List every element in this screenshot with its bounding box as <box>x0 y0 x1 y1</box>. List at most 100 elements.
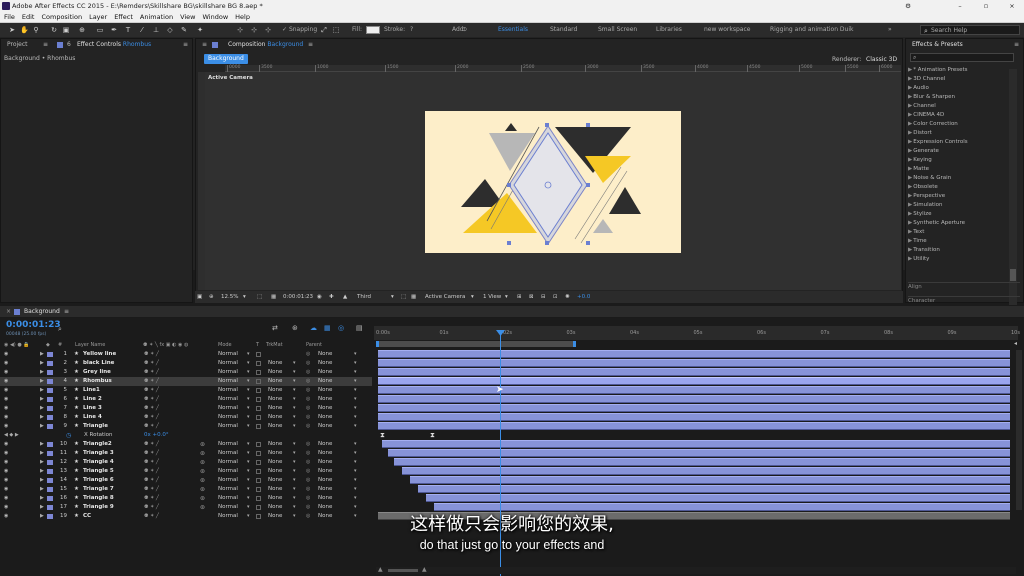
expand-arrow-icon[interactable]: ▶ <box>908 166 912 172</box>
expand-arrow-icon[interactable]: ▶ <box>908 193 912 199</box>
expand-arrow-icon[interactable]: ▶ <box>908 148 912 154</box>
menu-file[interactable]: File <box>4 13 15 21</box>
twirl-arrow-icon[interactable]: ▶ <box>40 404 44 413</box>
trkmat-dropdown-icon[interactable]: ▾ <box>293 395 296 404</box>
panel-close-icon[interactable]: ≡ <box>202 39 207 51</box>
eraser-tool-icon[interactable]: ◇ <box>166 26 174 34</box>
tab-project[interactable]: Project <box>7 39 28 51</box>
parent-dropdown-icon[interactable]: ▾ <box>354 485 357 494</box>
layer-row[interactable]: ◉ ▶ 4 ★ Rhombus ⚉ ✶ ╱ Normal ▾ None ▾ ◎ None ▾ <box>0 377 372 386</box>
effects-category[interactable]: ▶Obsolete <box>908 183 938 192</box>
preserve-transparency-checkbox[interactable] <box>256 469 261 474</box>
parent-value[interactable]: None <box>318 386 332 395</box>
local-axis-icon[interactable]: ⊹ <box>236 26 244 34</box>
effects-category[interactable]: ▶Keying <box>908 156 932 165</box>
timeline-menu-icon[interactable]: ≡ <box>64 306 69 318</box>
label-color-swatch[interactable] <box>47 496 53 501</box>
label-color-swatch[interactable] <box>47 388 53 393</box>
trkmat-value[interactable]: None <box>268 368 282 377</box>
layer-switches-icon[interactable]: ⚉ ✶ ╱ <box>144 359 159 368</box>
layer-name[interactable]: Triangle 4 <box>83 458 114 467</box>
parent-value[interactable]: None <box>318 404 332 413</box>
layer-mode-value[interactable]: Normal <box>218 377 238 386</box>
window-menu-icon[interactable]: ⚙ <box>900 0 916 12</box>
effects-scrollbar[interactable] <box>1009 69 1017 305</box>
zoom-slider-track[interactable] <box>388 569 418 572</box>
visibility-eye-icon[interactable]: ◉ <box>4 460 10 465</box>
zoom-tool-icon[interactable]: ⚲ <box>32 26 40 34</box>
mode-dropdown-icon[interactable]: ▾ <box>247 458 250 467</box>
view-layout[interactable]: 1 View <box>483 291 501 303</box>
layer-row[interactable]: ◉ ▶ 10 ★ Triangle2 ⚉ ✶ ╱ Normal ▾ None ▾ ◎ None ▾ ⊛ <box>0 440 372 449</box>
rotate-tool-icon[interactable]: ↻ <box>50 26 58 34</box>
layer-switches-icon[interactable]: ⚉ ✶ ╱ <box>144 494 159 503</box>
parent-dropdown-icon[interactable]: ▾ <box>354 494 357 503</box>
trkmat-value[interactable]: None <box>268 404 282 413</box>
layer-row[interactable]: ◉ ▶ 16 ★ Triangle 8 ⚉ ✶ ╱ Normal ▾ None ▾ ◎ None ▾ ⊛ <box>0 494 372 503</box>
composition-canvas[interactable] <box>425 111 681 253</box>
layer-duration-bar[interactable] <box>418 485 1010 493</box>
label-color-swatch[interactable] <box>47 397 53 402</box>
3d-layer-icon[interactable]: ⊛ <box>200 449 205 458</box>
expand-arrow-icon[interactable]: ▶ <box>908 67 912 73</box>
layer-row[interactable]: ◉ ▶ 9 ★ Triangle ⚉ ✶ ╱ Normal ▾ None ▾ ◎ None ▾ <box>0 422 372 431</box>
visibility-eye-icon[interactable]: ◉ <box>4 424 10 429</box>
expand-arrow-icon[interactable]: ▶ <box>908 85 912 91</box>
panel-menu-icon[interactable]: ≡ <box>183 39 188 51</box>
menu-window[interactable]: Window <box>203 13 229 21</box>
layer-switches-icon[interactable]: ⚉ ✶ ╱ <box>144 368 159 377</box>
property-row-x-rotation[interactable]: ◀ ◆ ▶ ◷ X Rotation 0x +0.0° <box>0 431 372 440</box>
zoom-level[interactable]: 12.5% <box>221 291 238 303</box>
mode-dropdown-icon[interactable]: ▾ <box>247 404 250 413</box>
visibility-eye-icon[interactable]: ◉ <box>4 451 10 456</box>
visibility-eye-icon[interactable]: ◉ <box>4 352 10 357</box>
effects-category[interactable]: ▶Stylize <box>908 210 931 219</box>
workspace-standard[interactable]: Standard <box>550 23 577 37</box>
parent-dropdown-icon[interactable]: ▾ <box>354 458 357 467</box>
preserve-transparency-checkbox[interactable] <box>256 415 261 420</box>
trkmat-dropdown-icon[interactable]: ▾ <box>293 359 296 368</box>
stopwatch-icon[interactable]: ◷ <box>66 431 71 440</box>
trkmat-dropdown-icon[interactable]: ▾ <box>293 368 296 377</box>
effects-category[interactable]: ▶* Animation Presets <box>908 66 968 75</box>
visibility-eye-icon[interactable]: ◉ <box>4 487 10 492</box>
label-color-swatch[interactable] <box>47 460 53 465</box>
preserve-transparency-checkbox[interactable] <box>256 388 261 393</box>
expand-arrow-icon[interactable]: ▶ <box>908 112 912 118</box>
trkmat-value[interactable]: None <box>268 485 282 494</box>
trkmat-value[interactable]: None <box>268 422 282 431</box>
layer-name[interactable]: black Line <box>83 359 114 368</box>
layer-duration-bar[interactable] <box>378 350 1010 358</box>
parent-pickwhip-icon[interactable]: ◎ <box>306 422 310 431</box>
workspace-libraries[interactable]: Libraries <box>656 23 682 37</box>
transparency-grid-icon[interactable]: ▦ <box>411 291 416 303</box>
zoom-slider-bar[interactable]: ▲ ▲ <box>376 566 1016 574</box>
preserve-transparency-checkbox[interactable] <box>256 406 261 411</box>
effects-category[interactable]: ▶Synthetic Aperture <box>908 219 965 228</box>
parent-pickwhip-icon[interactable]: ◎ <box>306 404 310 413</box>
parent-dropdown-icon[interactable]: ▾ <box>354 476 357 485</box>
clone-stamp-tool-icon[interactable]: ⊥ <box>152 26 160 34</box>
work-area-bar[interactable] <box>376 341 576 347</box>
layer-switches-icon[interactable]: ⚉ ✶ ╱ <box>144 458 159 467</box>
mode-dropdown-icon[interactable]: ▾ <box>247 485 250 494</box>
timeline-scrollbar[interactable] <box>1016 350 1022 510</box>
label-color-swatch[interactable] <box>47 406 53 411</box>
layer-mode-value[interactable]: Normal <box>218 458 238 467</box>
layer-switches-icon[interactable]: ⚉ ✶ ╱ <box>144 377 159 386</box>
label-color-swatch[interactable] <box>47 361 53 366</box>
color-icon[interactable]: ▲ <box>343 291 347 303</box>
layer-mode-value[interactable]: Normal <box>218 422 238 431</box>
layer-switches-icon[interactable]: ⚉ ✶ ╱ <box>144 350 159 359</box>
parent-pickwhip-icon[interactable]: ◎ <box>306 368 310 377</box>
parent-dropdown-icon[interactable]: ▾ <box>354 422 357 431</box>
menu-animation[interactable]: Animation <box>140 13 173 21</box>
workspace-overflow-icon[interactable]: » <box>888 23 892 37</box>
workspace-essentials[interactable]: Essentials <box>498 23 528 37</box>
snap-option-2-icon[interactable]: ⬚ <box>332 26 340 34</box>
layer-mode-value[interactable]: Normal <box>218 350 238 359</box>
layer-name[interactable]: Triangle 8 <box>83 494 114 503</box>
layer-duration-bar[interactable] <box>378 422 1010 430</box>
visibility-eye-icon[interactable]: ◉ <box>4 361 10 366</box>
layer-name[interactable]: Triangle <box>83 422 108 431</box>
